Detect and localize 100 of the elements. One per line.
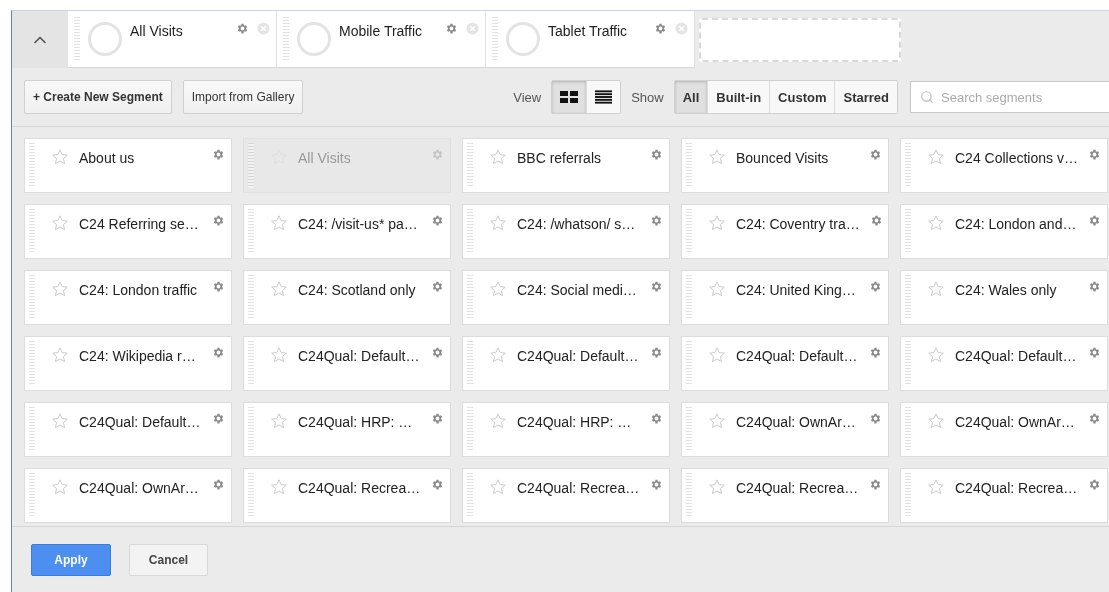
segment-card[interactable]: C24: London traffic bbox=[24, 270, 232, 325]
gear-icon[interactable] bbox=[431, 214, 444, 227]
segment-chip[interactable]: All Visits bbox=[68, 11, 277, 68]
gear-icon[interactable] bbox=[212, 280, 225, 293]
gear-icon[interactable] bbox=[1088, 412, 1101, 425]
gear-icon[interactable] bbox=[869, 412, 882, 425]
star-icon[interactable] bbox=[270, 478, 288, 496]
segment-card[interactable]: C24: London and… bbox=[900, 204, 1108, 259]
import-gallery-button[interactable]: Import from Gallery bbox=[182, 80, 304, 114]
segment-card[interactable]: C24: Scotland only bbox=[243, 270, 451, 325]
star-icon[interactable] bbox=[927, 148, 945, 166]
star-icon[interactable] bbox=[270, 412, 288, 430]
star-icon[interactable] bbox=[51, 346, 69, 364]
gear-icon[interactable] bbox=[1088, 148, 1101, 161]
segment-card[interactable]: About us bbox=[24, 138, 232, 193]
segment-card[interactable]: C24Qual: HRP: … bbox=[462, 402, 670, 457]
star-icon[interactable] bbox=[927, 346, 945, 364]
star-icon[interactable] bbox=[270, 214, 288, 232]
gear-icon[interactable] bbox=[650, 412, 663, 425]
segment-card[interactable]: BBC referrals bbox=[462, 138, 670, 193]
star-icon[interactable] bbox=[708, 346, 726, 364]
star-icon[interactable] bbox=[489, 346, 507, 364]
gear-icon[interactable] bbox=[650, 214, 663, 227]
star-icon[interactable] bbox=[51, 478, 69, 496]
segment-card[interactable]: C24Qual: OwnAr… bbox=[900, 402, 1108, 457]
segment-card[interactable]: C24: /whatson/ s… bbox=[462, 204, 670, 259]
star-icon[interactable] bbox=[489, 478, 507, 496]
gear-icon[interactable] bbox=[212, 478, 225, 491]
star-icon[interactable] bbox=[927, 214, 945, 232]
segment-card[interactable]: C24Qual: OwnAr… bbox=[24, 468, 232, 523]
close-icon[interactable] bbox=[257, 22, 270, 35]
gear-icon[interactable] bbox=[445, 22, 458, 35]
gear-icon[interactable] bbox=[869, 346, 882, 359]
gear-icon[interactable] bbox=[869, 478, 882, 491]
star-icon[interactable] bbox=[927, 478, 945, 496]
create-segment-button[interactable]: + Create New Segment bbox=[24, 80, 172, 114]
gear-icon[interactable] bbox=[869, 280, 882, 293]
view-toggle[interactable] bbox=[552, 81, 587, 113]
star-icon[interactable] bbox=[270, 280, 288, 298]
segment-chip[interactable]: Mobile Traffic bbox=[277, 11, 486, 68]
segment-chip[interactable]: Tablet Traffic bbox=[486, 11, 695, 68]
star-icon[interactable] bbox=[270, 346, 288, 364]
segment-card[interactable]: C24: Coventry tra… bbox=[681, 204, 889, 259]
star-icon[interactable] bbox=[708, 214, 726, 232]
gear-icon[interactable] bbox=[869, 148, 882, 161]
search-field[interactable]: Search segments bbox=[910, 81, 1109, 113]
segment-card[interactable]: C24: Social medi… bbox=[462, 270, 670, 325]
gear-icon[interactable] bbox=[1088, 214, 1101, 227]
gear-icon[interactable] bbox=[654, 22, 667, 35]
gear-icon[interactable] bbox=[650, 346, 663, 359]
star-icon[interactable] bbox=[489, 214, 507, 232]
star-icon[interactable] bbox=[927, 412, 945, 430]
gear-icon[interactable] bbox=[1088, 346, 1101, 359]
filter-tab[interactable]: Starred bbox=[834, 81, 897, 113]
segment-card[interactable]: C24Qual: Default… bbox=[243, 336, 451, 391]
gear-icon[interactable] bbox=[431, 412, 444, 425]
cancel-button[interactable]: Cancel bbox=[129, 544, 208, 576]
view-toggle[interactable] bbox=[586, 81, 621, 113]
gear-icon[interactable] bbox=[431, 346, 444, 359]
star-icon[interactable] bbox=[708, 280, 726, 298]
segment-card[interactable]: Bounced Visits bbox=[681, 138, 889, 193]
gear-icon[interactable] bbox=[212, 214, 225, 227]
gear-icon[interactable] bbox=[431, 478, 444, 491]
star-icon[interactable] bbox=[708, 478, 726, 496]
gear-icon[interactable] bbox=[236, 22, 249, 35]
gear-icon[interactable] bbox=[1088, 478, 1101, 491]
star-icon[interactable] bbox=[489, 280, 507, 298]
gear-icon[interactable] bbox=[212, 148, 225, 161]
gear-icon[interactable] bbox=[650, 478, 663, 491]
star-icon[interactable] bbox=[51, 148, 69, 166]
segment-card[interactable]: C24Qual: Default… bbox=[900, 336, 1108, 391]
star-icon[interactable] bbox=[489, 412, 507, 430]
filter-tab[interactable]: All bbox=[674, 81, 708, 113]
close-icon[interactable] bbox=[675, 22, 688, 35]
star-icon[interactable] bbox=[708, 148, 726, 166]
gear-icon[interactable] bbox=[212, 346, 225, 359]
segment-card[interactable]: C24Qual: Default… bbox=[681, 336, 889, 391]
segment-card[interactable]: C24Qual: OwnAr… bbox=[681, 402, 889, 457]
gear-icon[interactable] bbox=[650, 280, 663, 293]
gear-icon[interactable] bbox=[869, 214, 883, 227]
close-icon[interactable] bbox=[466, 22, 479, 35]
segment-card[interactable]: C24Qual: Default… bbox=[24, 402, 232, 457]
star-icon[interactable] bbox=[489, 148, 507, 166]
segment-card[interactable]: C24Qual: Recrea… bbox=[243, 468, 451, 523]
segment-card[interactable]: C24Qual: Default… bbox=[462, 336, 670, 391]
segment-card[interactable]: C24: Wikipedia r… bbox=[24, 336, 232, 391]
segment-card[interactable]: C24: United King… bbox=[681, 270, 889, 325]
segment-card[interactable]: C24 Referring se… bbox=[24, 204, 232, 259]
segment-card[interactable]: C24Qual: Recrea… bbox=[900, 468, 1108, 523]
gear-icon[interactable] bbox=[212, 412, 225, 425]
star-icon[interactable] bbox=[708, 412, 726, 430]
gear-icon[interactable] bbox=[1088, 280, 1101, 293]
segment-card[interactable]: C24Qual: Recrea… bbox=[681, 468, 889, 523]
star-icon[interactable] bbox=[51, 214, 69, 232]
segment-card[interactable]: C24 Collections v… bbox=[900, 138, 1108, 193]
gear-icon[interactable] bbox=[650, 148, 663, 161]
segment-card[interactable]: C24: /visit-us* pa… bbox=[243, 204, 451, 259]
star-icon[interactable] bbox=[51, 412, 69, 430]
star-icon[interactable] bbox=[927, 280, 945, 298]
segment-card[interactable]: C24: Wales only bbox=[900, 270, 1108, 325]
